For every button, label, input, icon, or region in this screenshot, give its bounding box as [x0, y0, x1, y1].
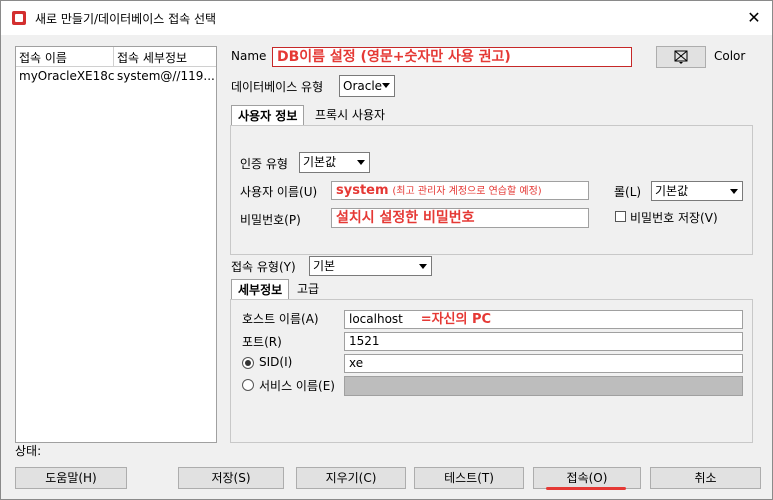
- name-value: DB이름 설정 (영문+숫자만 사용 권고): [277, 49, 511, 65]
- tab-proxy-user[interactable]: 프록시 사용자: [309, 105, 391, 125]
- chevron-down-icon: [357, 160, 365, 165]
- save-password-label: 비밀번호 저장(V): [630, 211, 718, 225]
- service-radio[interactable]: [242, 379, 254, 391]
- password-label: 비밀번호(P): [240, 213, 301, 227]
- clear-button[interactable]: 지우기(C): [296, 467, 406, 489]
- sid-input[interactable]: xe: [344, 354, 743, 373]
- color-label: Color: [714, 49, 746, 63]
- conn-type-value: 기본: [313, 259, 336, 273]
- conn-type-select[interactable]: 기본: [309, 256, 432, 276]
- service-label: 서비스 이름(E): [259, 379, 335, 393]
- save-button[interactable]: 저장(S): [178, 467, 284, 489]
- connection-list[interactable]: 접속 이름 접속 세부정보 myOracleXE18c system@//119…: [15, 46, 217, 443]
- color-picker-icon: [674, 50, 688, 64]
- window-title: 새로 만들기/데이터베이스 접속 선택: [35, 12, 217, 26]
- dbtype-label: 데이터베이스 유형: [231, 80, 324, 94]
- dialog-window: 새로 만들기/데이터베이스 접속 선택 ✕ 접속 이름 접속 세부정보 myOr…: [0, 0, 773, 500]
- status-label: 상태:: [15, 444, 42, 458]
- tab-user-info[interactable]: 사용자 정보: [231, 105, 305, 125]
- conn-type-label: 접속 유형(Y): [231, 260, 296, 274]
- sid-radio[interactable]: [242, 357, 254, 369]
- role-label: 롤(L): [614, 185, 642, 199]
- host-label: 호스트 이름(A): [242, 312, 319, 326]
- test-button[interactable]: 테스트(T): [414, 467, 524, 489]
- cancel-button[interactable]: 취소: [650, 467, 761, 489]
- dbtype-select[interactable]: Oracle: [339, 75, 395, 97]
- auth-value: 기본값: [303, 155, 337, 169]
- port-input[interactable]: 1521: [344, 332, 743, 351]
- list-item-details[interactable]: system@//119....: [114, 69, 215, 87]
- service-input: [344, 376, 743, 396]
- name-label: Name: [231, 49, 267, 63]
- role-value: 기본값: [655, 184, 689, 198]
- tab-advanced[interactable]: 고급: [291, 279, 325, 299]
- save-password-checkbox[interactable]: [615, 211, 626, 222]
- dbtype-value: Oracle: [343, 79, 383, 93]
- color-button[interactable]: [656, 46, 706, 68]
- help-button[interactable]: 도움말(H): [15, 467, 127, 489]
- chevron-down-icon: [382, 83, 390, 88]
- column-header-name[interactable]: 접속 이름: [16, 47, 114, 67]
- host-value: localhost: [349, 312, 403, 326]
- title-bar: 새로 만들기/데이터베이스 접속 선택 ✕: [1, 1, 772, 35]
- list-item-name[interactable]: myOracleXE18c: [16, 69, 114, 87]
- port-label: 포트(R): [242, 335, 282, 349]
- password-value: 설치시 설정한 비밀번호: [336, 210, 475, 226]
- connect-highlight: [546, 487, 626, 490]
- chevron-down-icon: [419, 264, 427, 269]
- app-icon: [12, 11, 26, 25]
- host-note: =자신의 PC: [420, 312, 492, 327]
- host-input[interactable]: localhost =자신의 PC: [344, 310, 743, 329]
- chevron-down-icon: [730, 189, 738, 194]
- close-icon[interactable]: ✕: [741, 6, 767, 30]
- user-value: system: [336, 183, 389, 198]
- user-input[interactable]: system (최고 관리자 계정으로 연습할 예정): [331, 181, 589, 200]
- tab-details[interactable]: 세부정보: [231, 279, 290, 299]
- auth-select[interactable]: 기본값: [299, 152, 370, 173]
- sid-label: SID(I): [259, 355, 293, 369]
- connect-button[interactable]: 접속(O): [533, 467, 641, 489]
- auth-label: 인증 유형: [240, 157, 288, 171]
- user-note: (최고 관리자 계정으로 연습할 예정): [392, 186, 542, 197]
- name-input[interactable]: DB이름 설정 (영문+숫자만 사용 권고): [272, 47, 632, 67]
- column-header-details[interactable]: 접속 세부정보: [114, 47, 216, 67]
- password-input[interactable]: 설치시 설정한 비밀번호: [331, 208, 589, 228]
- user-label: 사용자 이름(U): [240, 185, 318, 199]
- role-select[interactable]: 기본값: [651, 181, 743, 201]
